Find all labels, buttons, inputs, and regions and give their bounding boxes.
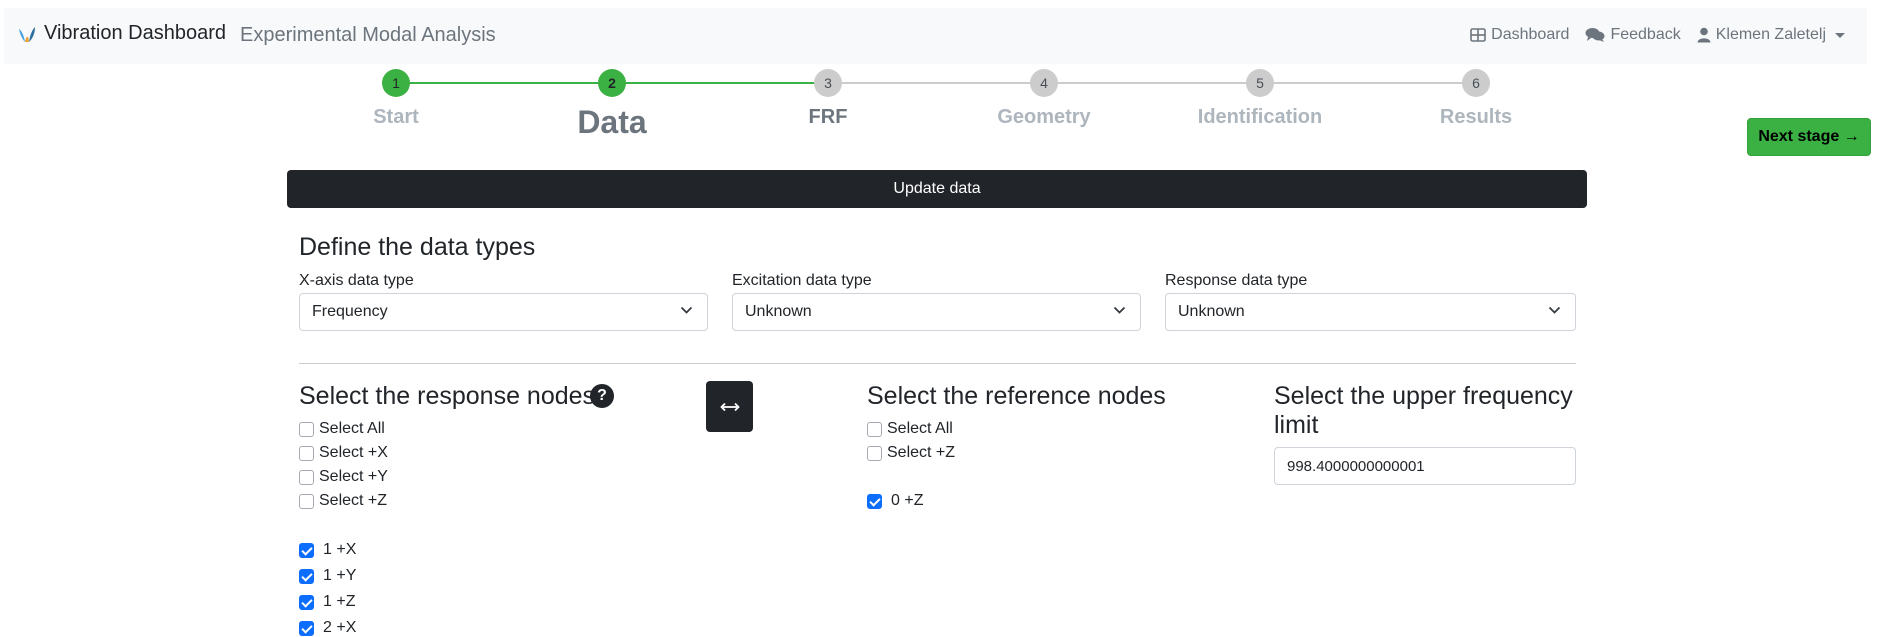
node-label: 2 +X [323, 619, 357, 636]
checkbox-label: Select +Z [887, 444, 956, 461]
data-types-title: Define the data types [299, 233, 536, 261]
select-all-reference[interactable]: Select All [867, 420, 953, 438]
select-z-reference[interactable]: Select +Z [867, 444, 955, 462]
checkbox-label: Select +X [319, 444, 388, 461]
x-axis-label: X-axis data type [299, 272, 414, 289]
step-5-label[interactable]: Identification [1198, 106, 1322, 129]
step-5-circle[interactable]: 5 [1246, 69, 1274, 97]
checkbox-checked[interactable] [867, 493, 882, 509]
nav-user-dropdown[interactable]: Klemen Zaletelj [1697, 26, 1845, 44]
checkbox-checked[interactable] [299, 542, 314, 558]
checkbox-checked[interactable] [299, 594, 314, 610]
brand-title: Vibration Dashboard [44, 22, 226, 44]
swap-arrows-icon [719, 402, 740, 411]
help-icon[interactable]: ? [590, 384, 614, 408]
checkbox[interactable] [299, 421, 314, 437]
response-node-item[interactable]: 1 +Z [299, 593, 355, 611]
update-data-button[interactable]: Update data [287, 170, 1587, 208]
step-2-circle[interactable]: 2 [598, 69, 626, 97]
response-nodes-title: Select the response nodes [299, 382, 596, 410]
select-x-response[interactable]: Select +X [299, 444, 388, 462]
nav-dashboard-label: Dashboard [1491, 26, 1570, 43]
checkbox[interactable] [299, 469, 314, 485]
checkbox-label: Select All [319, 420, 385, 437]
nav-user-label: Klemen Zaletelj [1715, 26, 1826, 43]
section-divider [299, 363, 1576, 364]
step-3-label[interactable]: FRF [809, 106, 848, 129]
select-z-response[interactable]: Select +Z [299, 492, 387, 510]
step-connector [612, 82, 828, 84]
step-2-label[interactable]: Data [577, 104, 646, 141]
response-node-item[interactable]: 1 +X [299, 541, 356, 559]
upper-frequency-input[interactable] [1274, 447, 1576, 485]
response-type-select[interactable]: Unknown [1165, 293, 1576, 331]
chevron-down-icon [1548, 306, 1561, 314]
checkbox-checked[interactable] [299, 620, 314, 636]
frequency-title-line1: Select the upper frequency [1274, 382, 1573, 410]
reference-node-item[interactable]: 0 +Z [867, 492, 923, 510]
select-all-response[interactable]: Select All [299, 420, 385, 438]
response-type-value: Unknown [1178, 303, 1245, 320]
reference-nodes-title: Select the reference nodes [867, 382, 1166, 410]
response-type-label: Response data type [1165, 272, 1308, 289]
node-label: 1 +X [323, 541, 357, 558]
nav-feedback-label: Feedback [1610, 26, 1681, 43]
checkbox-label: Select All [887, 420, 953, 437]
x-axis-value: Frequency [312, 303, 388, 320]
step-connector [828, 82, 1044, 84]
user-icon [1697, 27, 1711, 43]
node-label: 1 +Y [323, 567, 357, 584]
checkbox-checked[interactable] [299, 568, 314, 584]
chevron-down-icon [1113, 306, 1126, 314]
excitation-label: Excitation data type [732, 272, 872, 289]
next-stage-button[interactable]: Next stage → [1747, 118, 1871, 156]
excitation-select[interactable]: Unknown [732, 293, 1141, 331]
step-6-label[interactable]: Results [1440, 106, 1512, 129]
comments-icon [1585, 28, 1605, 42]
swap-nodes-button[interactable] [706, 381, 753, 432]
checkbox-label: Select +Y [319, 468, 388, 485]
node-label: 1 +Z [323, 593, 356, 610]
chevron-down-icon [680, 306, 693, 314]
progress-stepper: 1 2 3 4 5 6 Start Data FRF Geometry Iden… [0, 64, 1877, 150]
nav-dashboard-link[interactable]: Dashboard [1470, 26, 1569, 44]
navbar: Vibration Dashboard Experimental Modal A… [4, 8, 1867, 64]
nav-feedback-link[interactable]: Feedback [1585, 26, 1681, 44]
brand[interactable]: Vibration Dashboard [16, 22, 226, 45]
checkbox[interactable] [867, 445, 882, 461]
frequency-title-line2: limit [1274, 411, 1319, 439]
step-3-circle[interactable]: 3 [814, 69, 842, 97]
step-connector [1044, 82, 1260, 84]
step-connector [1260, 82, 1476, 84]
select-y-response[interactable]: Select +Y [299, 468, 388, 486]
logo-icon [19, 26, 35, 42]
response-node-item[interactable]: 1 +Y [299, 567, 356, 585]
x-axis-select[interactable]: Frequency [299, 293, 708, 331]
checkbox[interactable] [867, 421, 882, 437]
grid-icon [1470, 28, 1486, 42]
step-4-circle[interactable]: 4 [1030, 69, 1058, 97]
step-1-circle[interactable]: 1 [382, 69, 410, 97]
caret-down-icon [1835, 32, 1845, 38]
checkbox-label: Select +Z [319, 492, 388, 509]
excitation-value: Unknown [745, 303, 812, 320]
step-connector [396, 82, 612, 84]
brand-subtitle: Experimental Modal Analysis [240, 24, 496, 46]
nav-links: Dashboard Feedback Klemen Zaletelj [1470, 26, 1845, 44]
response-node-item[interactable]: 2 +X [299, 619, 356, 637]
step-4-label[interactable]: Geometry [997, 106, 1090, 129]
step-1-label[interactable]: Start [373, 106, 419, 129]
step-6-circle[interactable]: 6 [1462, 69, 1490, 97]
checkbox[interactable] [299, 445, 314, 461]
node-label: 0 +Z [891, 492, 924, 509]
checkbox[interactable] [299, 493, 314, 509]
